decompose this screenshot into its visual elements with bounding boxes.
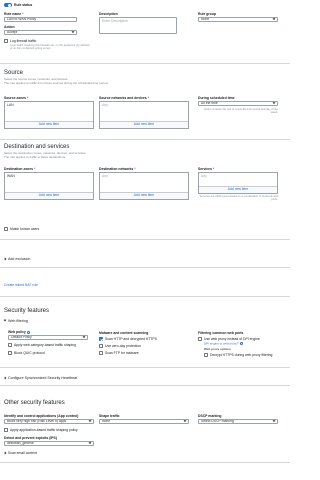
web-policy-select[interactable]: Default Policy bbox=[8, 334, 88, 340]
list-item: WAN bbox=[7, 174, 15, 178]
ips-select[interactable]: lantowan_general bbox=[4, 440, 94, 446]
add-source-network-button[interactable]: Add new item bbox=[100, 120, 188, 128]
dscp-label: DSCP marking bbox=[198, 414, 222, 418]
rule-group-select[interactable]: None bbox=[198, 16, 278, 22]
filtering-ports-title: Filtering common web ports bbox=[198, 331, 244, 335]
description-input[interactable]: Enter Description bbox=[99, 16, 177, 34]
scan-email-toggle[interactable]: Scan email content bbox=[3, 451, 37, 455]
rule-name-input[interactable]: LAN to WAN Policy bbox=[4, 16, 77, 22]
app-control-label: Identify and control applications (App c… bbox=[4, 414, 79, 418]
dscp-select[interactable]: Select DSCP marking bbox=[198, 418, 278, 424]
source-networks-label: Source networks and devices * bbox=[99, 96, 149, 100]
ips-label: Detect and prevent exploits (IPS) bbox=[4, 436, 57, 440]
list-item: Any bbox=[102, 103, 108, 107]
scan-https-label: Scan HTTP and decrypted HTTPS bbox=[105, 337, 157, 342]
create-nat-rule-link[interactable]: Create linked NAT rule bbox=[4, 283, 38, 287]
services-hint: Services are traffic types based on a co… bbox=[199, 195, 278, 202]
divider bbox=[0, 267, 290, 268]
list-item: LAN bbox=[7, 103, 14, 107]
chevron-down-icon bbox=[88, 419, 92, 423]
apply-web-category-checkbox[interactable] bbox=[8, 343, 12, 347]
web-proxy-checkbox[interactable] bbox=[198, 337, 202, 341]
scan-ftp-label: Scan FTP for malware bbox=[105, 351, 139, 356]
action-select[interactable]: Accept bbox=[4, 29, 77, 35]
chevron-right-icon bbox=[3, 451, 7, 455]
action-label: Action bbox=[4, 25, 15, 29]
add-destination-network-button[interactable]: Add new item bbox=[100, 191, 188, 199]
description-label: Description bbox=[99, 12, 118, 16]
destination-subtitle-2: The rule applies to traffic to these des… bbox=[4, 155, 66, 159]
log-firewall-checkbox[interactable] bbox=[4, 39, 8, 43]
source-zones-list[interactable]: LAN Add new item bbox=[4, 100, 94, 129]
chevron-down-icon bbox=[183, 419, 187, 423]
decrypt-https-checkbox[interactable] bbox=[204, 353, 208, 357]
rule-group-label: Rule group bbox=[198, 12, 216, 16]
add-service-button[interactable]: Add new item bbox=[199, 185, 277, 193]
add-destination-zone-button[interactable]: Add new item bbox=[5, 191, 93, 199]
scan-https-checkbox[interactable] bbox=[99, 337, 103, 341]
block-quic-label: Block QUIC protocol bbox=[14, 351, 45, 356]
chevron-down-icon bbox=[272, 101, 276, 105]
app-control-select[interactable]: Block very high risk (Risk Level 5) apps bbox=[4, 418, 94, 424]
match-known-users-checkbox[interactable] bbox=[4, 227, 8, 231]
source-zones-label: Source zones * bbox=[4, 96, 29, 100]
info-icon bbox=[239, 342, 243, 345]
chevron-down-icon bbox=[272, 17, 276, 21]
schedule-select[interactable]: All the time bbox=[198, 100, 278, 106]
web-proxy-options-title: Web proxy options bbox=[204, 347, 231, 351]
info-icon bbox=[26, 330, 30, 334]
chevron-down-icon bbox=[272, 419, 276, 423]
add-source-zone-button[interactable]: Add new item bbox=[5, 120, 93, 128]
rule-status-toggle[interactable] bbox=[4, 3, 12, 8]
shape-traffic-label: Shape traffic bbox=[99, 414, 120, 418]
log-firewall-label: Log firewall traffic bbox=[10, 39, 37, 44]
divider bbox=[0, 63, 290, 64]
chevron-down-icon bbox=[82, 335, 86, 339]
chevron-right-icon bbox=[3, 257, 7, 261]
apply-web-category-label: Apply web category-based traffic shaping bbox=[14, 343, 76, 348]
services-list[interactable]: Any Add new item bbox=[198, 171, 278, 194]
security-features-title: Security features bbox=[4, 308, 50, 314]
services-label: Services * bbox=[198, 167, 215, 171]
divider bbox=[0, 385, 290, 386]
destination-zones-list[interactable]: WAN Add new item bbox=[4, 171, 94, 200]
destination-networks-label: Destination networks * bbox=[99, 167, 136, 171]
divider bbox=[0, 462, 290, 463]
divider bbox=[0, 367, 290, 368]
divider bbox=[0, 296, 290, 297]
divider bbox=[0, 139, 290, 140]
heartbeat-toggle[interactable]: Configure Synchronized Security Heartbea… bbox=[3, 376, 77, 380]
chevron-down-icon bbox=[3, 318, 7, 322]
divider bbox=[0, 239, 290, 240]
other-security-title: Other security features bbox=[4, 400, 65, 406]
malware-scanning-title: Malware and content scanning bbox=[99, 331, 149, 335]
source-networks-list[interactable]: Any Add new item bbox=[99, 100, 189, 129]
list-item: Any bbox=[102, 174, 108, 178]
rule-status-label: Rule status bbox=[14, 3, 33, 8]
chevron-down-icon bbox=[71, 30, 75, 34]
dpi-engine-link[interactable]: DPI engine or web proxy? bbox=[204, 341, 243, 346]
schedule-hint: Select to apply the rule to a specific t… bbox=[203, 108, 278, 115]
shape-traffic-select[interactable]: None bbox=[99, 418, 189, 424]
web-filtering-toggle[interactable]: Web filtering bbox=[3, 318, 28, 323]
rule-name-label: Rule name * bbox=[4, 12, 24, 16]
source-subtitle-2: The rule applies to traffic from these s… bbox=[4, 81, 109, 85]
block-quic-checkbox[interactable] bbox=[8, 351, 12, 355]
apply-app-shaping-checkbox[interactable] bbox=[4, 428, 8, 432]
decrypt-https-label: Decrypt HTTPS during web proxy filtering bbox=[210, 353, 273, 358]
apply-app-shaping-label: Apply application-based traffic shaping … bbox=[10, 428, 78, 433]
match-known-users-label: Match known users bbox=[10, 227, 40, 232]
zero-day-label: Use zero-day protection bbox=[105, 344, 141, 349]
scan-ftp-checkbox[interactable] bbox=[99, 351, 103, 355]
destination-networks-list[interactable]: Any Add new item bbox=[99, 171, 189, 200]
chevron-right-icon bbox=[3, 376, 7, 380]
list-item: Any bbox=[201, 174, 207, 178]
destination-zones-label: Destination zones * bbox=[4, 167, 36, 171]
zero-day-checkbox[interactable] bbox=[99, 344, 103, 348]
chevron-down-icon bbox=[88, 441, 92, 445]
log-firewall-hint: Logs traffic matching this firewall rule… bbox=[10, 44, 90, 51]
add-exclusion-toggle[interactable]: Add exclusion bbox=[3, 257, 30, 261]
web-policy-label: Web policy bbox=[8, 330, 30, 334]
schedule-label: During scheduled time bbox=[198, 96, 235, 100]
